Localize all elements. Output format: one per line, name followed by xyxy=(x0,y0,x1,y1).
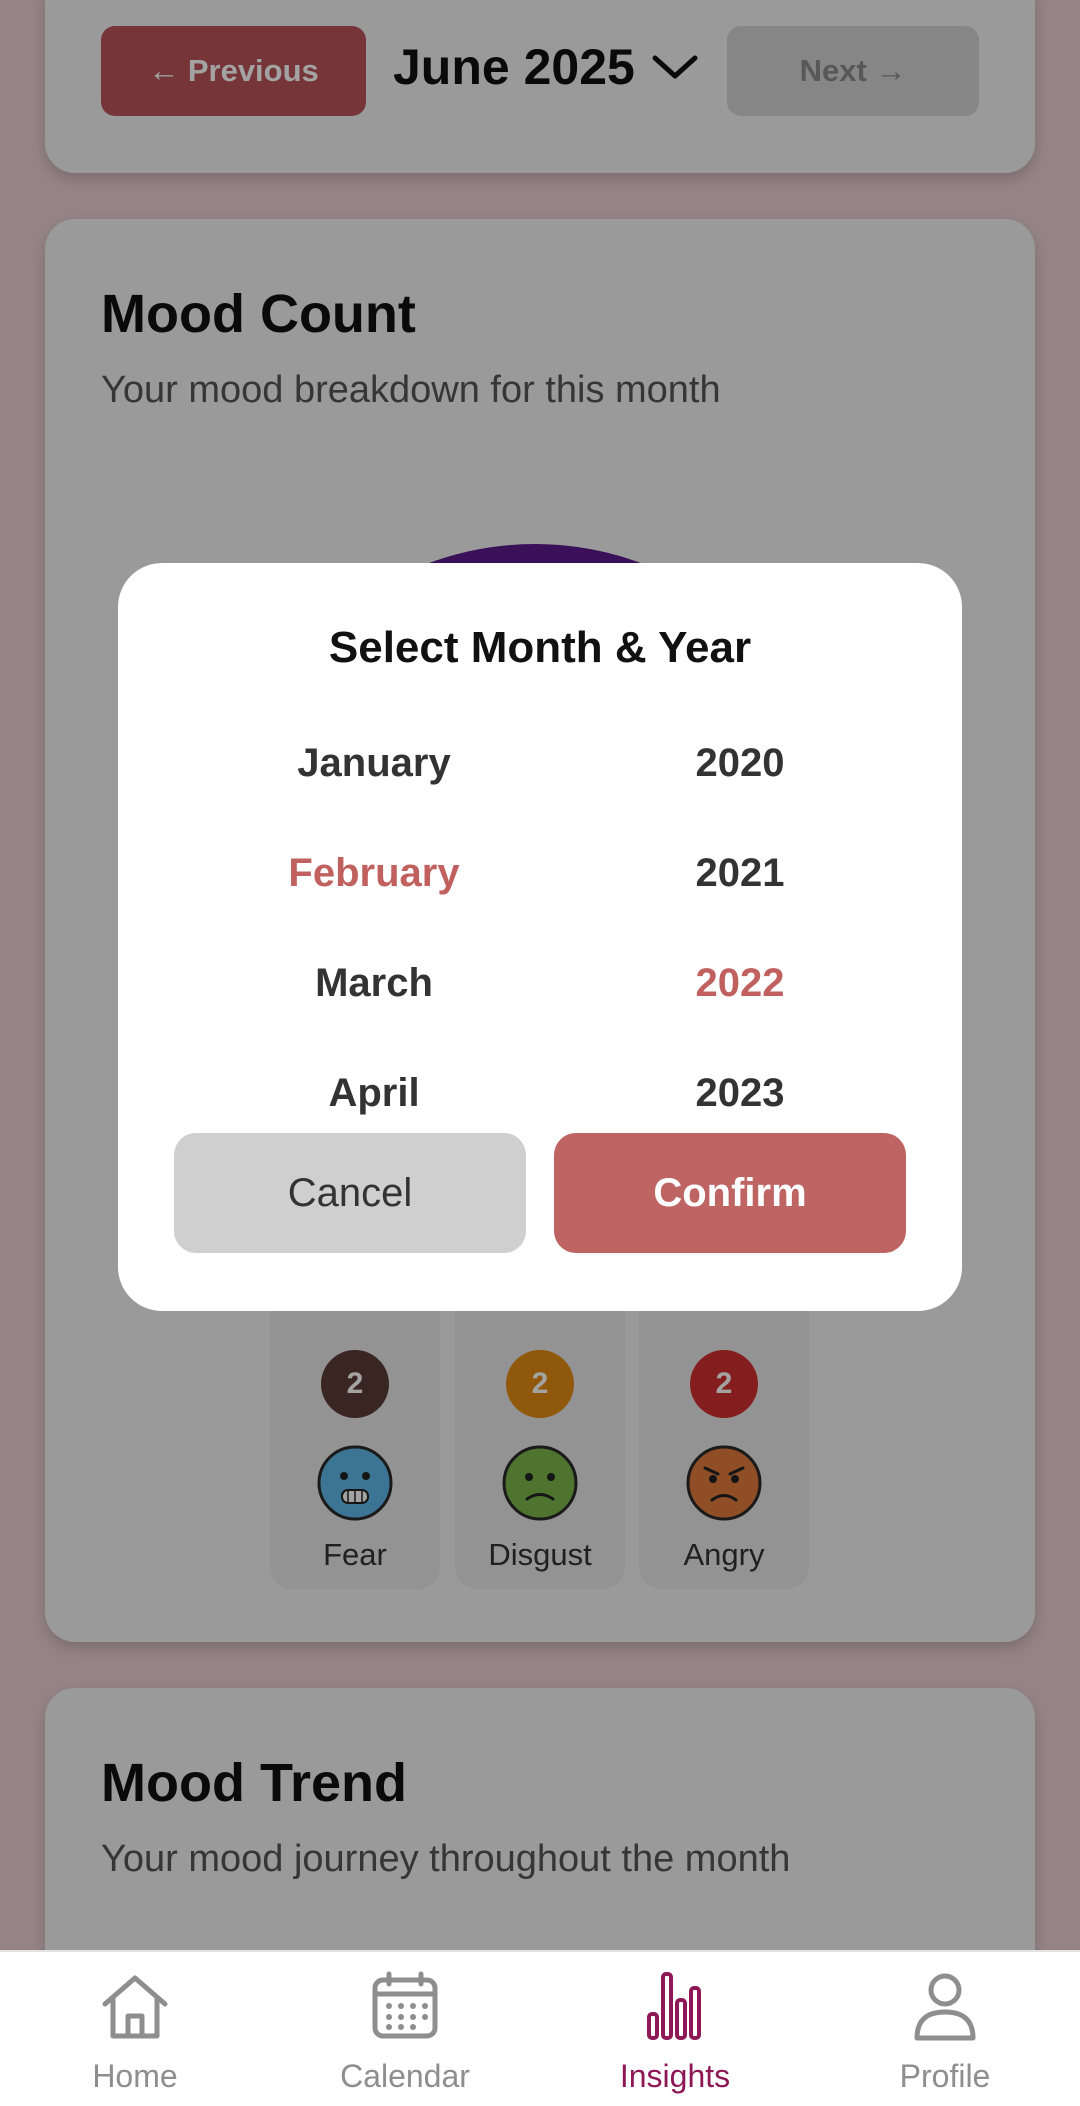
month-option-selected[interactable]: February xyxy=(224,851,524,896)
nav-label: Home xyxy=(92,2058,178,2094)
person-icon xyxy=(914,1973,976,2041)
year-option[interactable]: 2023 xyxy=(590,1071,890,1116)
nav-label: Calendar xyxy=(340,2058,470,2094)
month-option[interactable]: March xyxy=(224,961,524,1006)
confirm-button[interactable]: Confirm xyxy=(554,1133,906,1253)
bottom-navigation-bar: Home Calendar Insights Profile xyxy=(0,1950,1080,2106)
month-year-picker-dialog: Select Month & Year January February Mar… xyxy=(118,563,962,1311)
cancel-button[interactable]: Cancel xyxy=(174,1133,526,1253)
month-option[interactable]: January xyxy=(224,741,524,786)
year-option[interactable]: 2020 xyxy=(590,741,890,786)
bar-chart-icon xyxy=(647,1972,701,2040)
calendar-icon xyxy=(372,1971,438,2039)
year-option-selected[interactable]: 2022 xyxy=(590,961,890,1006)
nav-item-home[interactable]: Home xyxy=(0,1970,270,2100)
insights-screen: ← Previous June 2025 Next → Mood Count Y… xyxy=(0,0,1080,2106)
home-icon xyxy=(102,1975,168,2039)
nav-label: Insights xyxy=(619,2058,731,2094)
month-option[interactable]: April xyxy=(224,1071,524,1116)
nav-item-insights[interactable]: Insights xyxy=(540,1970,810,2100)
year-option[interactable]: 2021 xyxy=(590,851,890,896)
picker-title: Select Month & Year xyxy=(328,623,752,672)
nav-item-profile[interactable]: Profile xyxy=(810,1970,1080,2100)
nav-label: Profile xyxy=(899,2058,991,2094)
nav-item-calendar[interactable]: Calendar xyxy=(270,1970,540,2100)
